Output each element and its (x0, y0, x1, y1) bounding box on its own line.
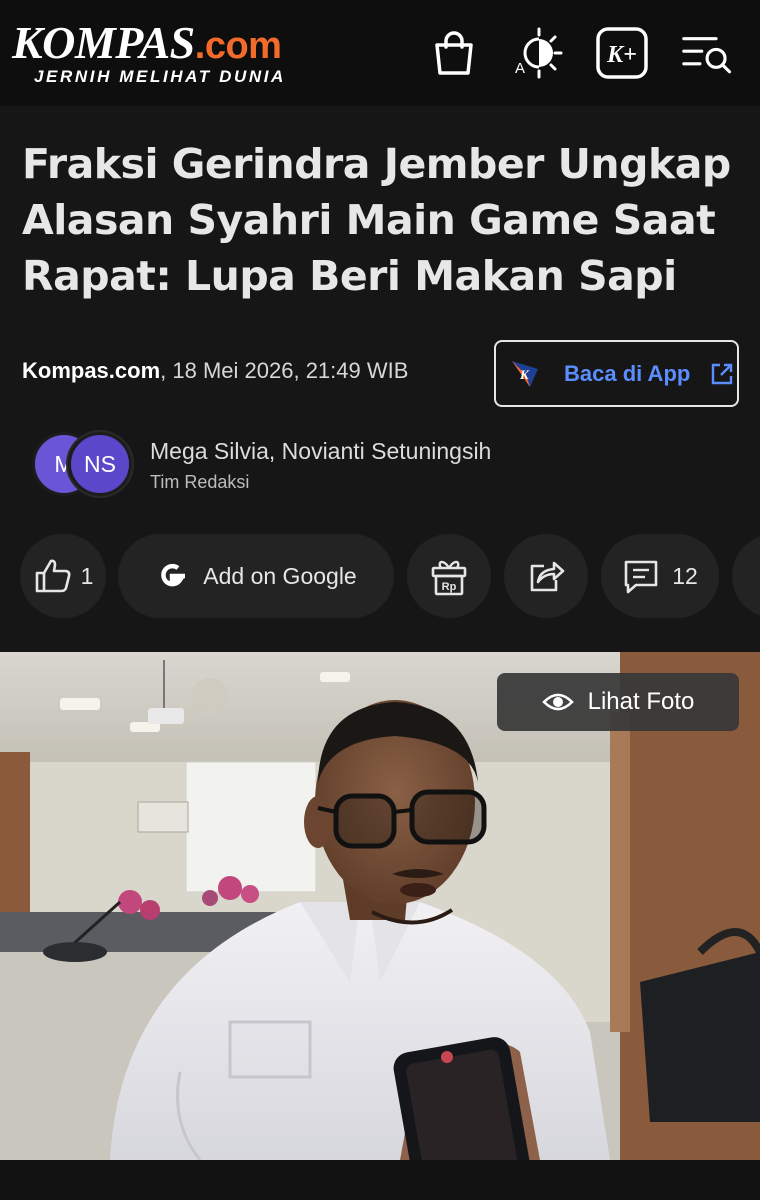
kplus-label: K+ (606, 42, 637, 68)
author-avatars[interactable]: M NS (32, 432, 136, 498)
bottom-strip (0, 1160, 760, 1200)
kompas-app-icon: K (512, 360, 538, 387)
comments-button[interactable]: 12 (601, 534, 719, 618)
logo-name: KOMPAS (12, 17, 195, 68)
view-photo-button[interactable]: Lihat Foto (497, 673, 739, 731)
share-button[interactable] (504, 534, 588, 618)
author-team: Tim Redaksi (150, 472, 250, 492)
comment-count: 12 (672, 562, 698, 589)
kplus-icon[interactable]: K+ (596, 26, 648, 80)
share-icon (530, 561, 565, 592)
logo-domain: .com (194, 25, 282, 67)
avatar: NS (68, 432, 132, 496)
top-bar: KOMPAS.com JERNIH MELIHAT DUNIA A K+ (0, 0, 760, 106)
gift-icon: Rp (431, 560, 467, 596)
article-photo[interactable]: Lihat Foto (0, 652, 760, 1160)
logo-tagline: JERNIH MELIHAT DUNIA (34, 67, 286, 86)
author-names[interactable]: Mega Silvia, Novianti Setuningsih (150, 438, 491, 465)
more-actions-button[interactable] (732, 534, 760, 618)
article-header: Fraksi Gerindra Jember Ungkap Alasan Sya… (0, 106, 760, 652)
article-headline: Fraksi Gerindra Jember Ungkap Alasan Sya… (22, 140, 731, 300)
external-link-icon (712, 363, 733, 384)
logo-wordmark: KOMPAS.com (12, 20, 332, 69)
comment-icon (624, 560, 658, 594)
view-photo-label: Lihat Foto (587, 688, 695, 715)
gift-label: Rp (442, 581, 457, 593)
add-on-google-label: Add on Google (203, 562, 357, 589)
app-logo-letter: K (519, 367, 530, 382)
shopping-bag-icon[interactable] (428, 26, 480, 80)
like-count: 1 (80, 562, 94, 589)
article-meta: Kompas.com, 18 Mei 2026, 21:49 WIB (22, 358, 408, 384)
menu-search-icon[interactable] (682, 26, 734, 80)
thumbs-up-icon (35, 559, 71, 593)
theme-letter: A (515, 60, 525, 77)
add-on-google-button[interactable]: Add on Google (118, 534, 394, 618)
kompas-logo[interactable]: KOMPAS.com JERNIH MELIHAT DUNIA (12, 20, 332, 92)
theme-toggle-icon[interactable]: A (512, 26, 564, 80)
read-in-app-button[interactable]: K Baca di App (494, 340, 739, 407)
article-source[interactable]: Kompas.com (22, 358, 160, 383)
read-in-app-label: Baca di App (564, 360, 691, 386)
google-icon (161, 563, 186, 587)
article-datetime: , 18 Mei 2026, 21:49 WIB (160, 358, 409, 383)
eye-icon (541, 693, 574, 711)
like-button[interactable]: 1 (20, 534, 106, 618)
gift-button[interactable]: Rp (407, 534, 491, 618)
